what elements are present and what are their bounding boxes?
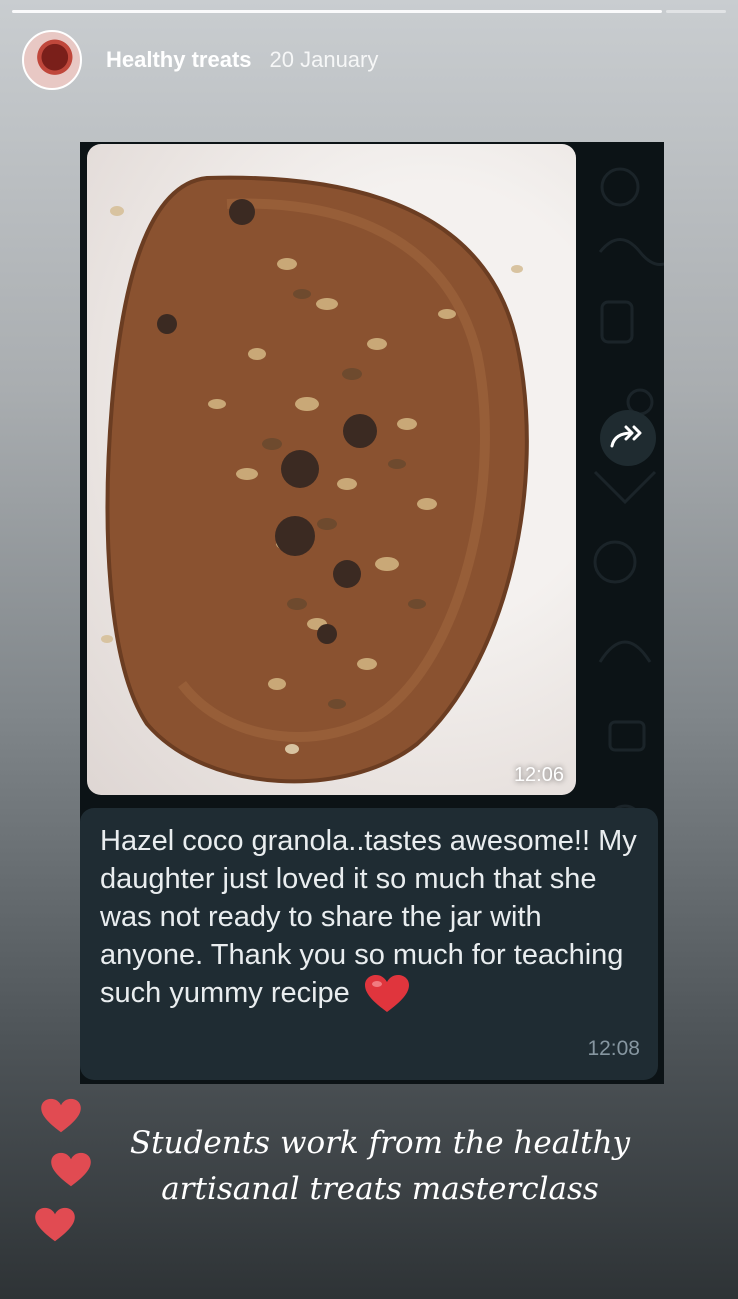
message-text-block: Hazel coco granola..tastes awesome!! My … [100,822,640,1014]
story-username[interactable]: Healthy treats [106,47,252,73]
avatar[interactable] [22,30,82,90]
heart-emoji-icon [364,975,409,1013]
granola-photo[interactable]: 12:06 [87,144,576,795]
progress-segment [666,10,726,13]
forward-button[interactable] [600,410,656,466]
caption-line-2: artisanal treats masterclass [161,1171,599,1207]
heart-sticker-icon [35,1207,75,1242]
granola-illustration [101,175,529,784]
chat-screenshot: 12:06 Hazel coco granola..tastes awesome… [80,142,664,1084]
story-progress-bar [12,10,726,13]
message-bubble[interactable]: Hazel coco granola..tastes awesome!! My … [80,808,658,1080]
forward-icon [610,425,642,448]
story-caption: Students work from the healthy artisanal… [80,1120,680,1212]
progress-segment [12,10,662,13]
story-date: 20 January [269,47,379,72]
caption-line-1: Students work from the healthy [129,1125,631,1161]
story-header: Healthy treats 20 January [22,30,378,90]
heart-sticker-icon [41,1098,81,1133]
message-timestamp: 12:08 [587,1037,640,1060]
photo-timestamp: 12:06 [513,764,564,786]
